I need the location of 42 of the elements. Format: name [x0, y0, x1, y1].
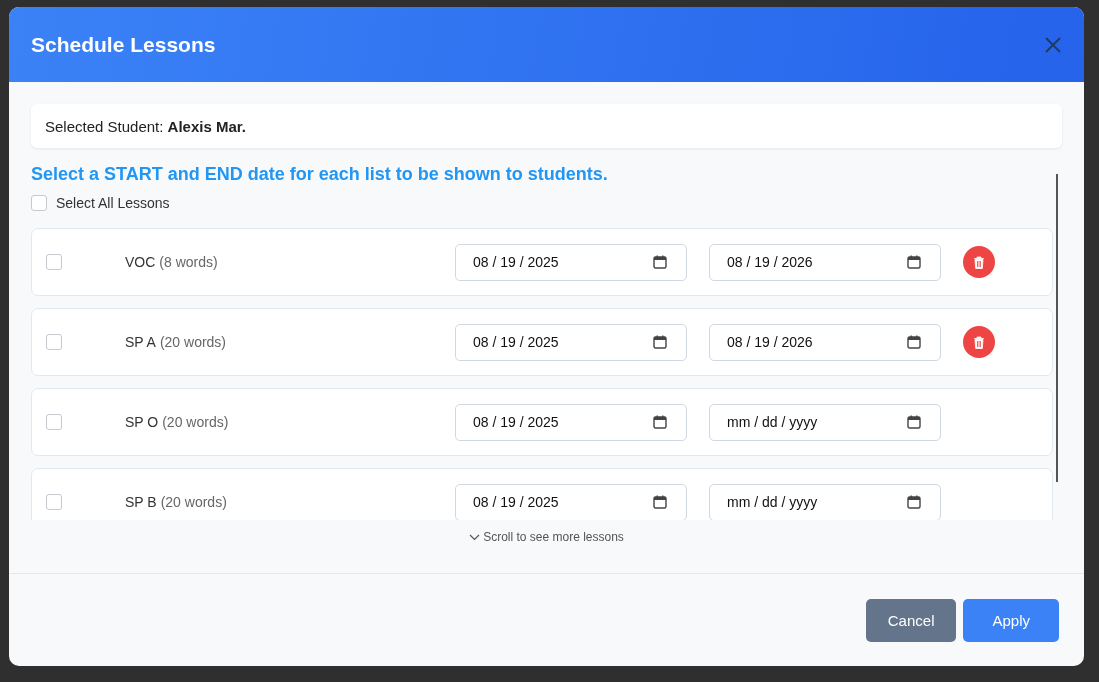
checkbox[interactable]	[31, 195, 47, 211]
delete-button[interactable]	[963, 246, 995, 278]
date-field[interactable]: 08 / 19 / 2026	[709, 323, 941, 361]
checkbox[interactable]	[46, 494, 62, 510]
calendar-icon[interactable]	[653, 334, 667, 349]
date-field[interactable]: 08 / 19 / 2025	[455, 243, 687, 281]
date-field[interactable]: mm / dd / yyyy	[709, 403, 941, 441]
date-field[interactable]: mm / dd / yyyy	[709, 483, 941, 520]
word-count: (20 words)	[160, 494, 227, 510]
delete-button[interactable]	[963, 326, 995, 358]
cancel-button[interactable]: Cancel	[865, 598, 957, 642]
lesson-name: VOC	[125, 254, 156, 270]
date-field[interactable]: 08 / 19 / 2025	[455, 323, 687, 361]
calendar-icon[interactable]	[653, 494, 667, 509]
chevron-down-icon	[469, 533, 481, 541]
calendar-icon[interactable]	[653, 414, 667, 429]
date-field[interactable]: 08 / 19 / 2025	[455, 483, 687, 520]
checkbox[interactable]	[46, 414, 62, 430]
apply-button[interactable]: Apply	[963, 598, 1059, 642]
scrollbar[interactable]	[1056, 174, 1058, 482]
checkbox[interactable]	[46, 334, 62, 350]
date-field[interactable]: 08 / 19 / 2025	[455, 403, 687, 441]
lesson-name: SP A	[125, 334, 156, 350]
select-all-label[interactable]: Select All Lessons	[56, 195, 170, 211]
scroll-hint: Scroll to see more lessons	[483, 530, 624, 544]
instruction-text: Select a START and END date for each list to be shown to students.	[31, 164, 609, 185]
word-count: (20 words)	[159, 334, 227, 350]
lesson-name: SP B	[125, 494, 157, 510]
word-count: (20 words)	[162, 414, 229, 430]
lesson-name: SP O	[125, 414, 159, 430]
dialog-title: Schedule Lessons	[31, 32, 216, 57]
calendar-icon[interactable]	[907, 414, 921, 429]
trash-icon	[973, 255, 985, 269]
calendar-icon[interactable]	[653, 254, 667, 269]
calendar-icon[interactable]	[907, 494, 921, 509]
calendar-icon[interactable]	[907, 254, 921, 269]
checkbox[interactable]	[46, 254, 62, 270]
word-count: (8 words)	[159, 254, 218, 270]
calendar-icon[interactable]	[907, 334, 921, 349]
trash-icon	[973, 335, 985, 349]
date-field[interactable]: 08 / 19 / 2026	[709, 243, 941, 281]
selected-student-text: Selected Student: Alexis Mar.	[45, 117, 246, 135]
